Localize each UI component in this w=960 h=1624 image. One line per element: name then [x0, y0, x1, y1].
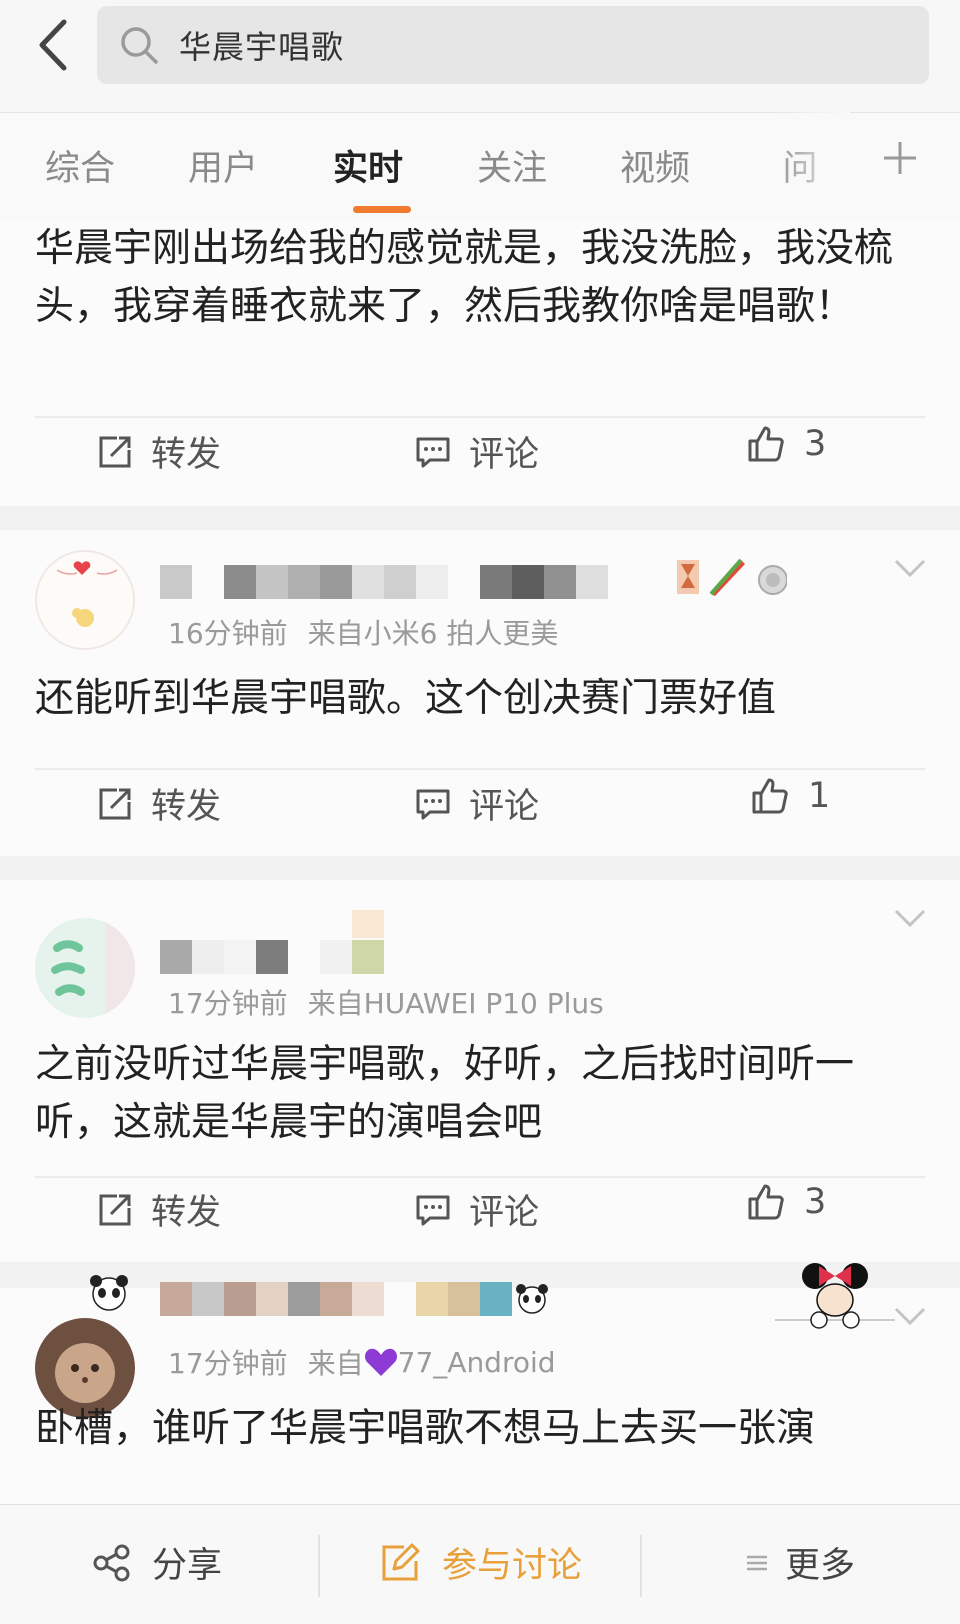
comment-icon	[416, 437, 450, 467]
post-source-prefix: 来自	[307, 1347, 364, 1380]
post-card[interactable]: 17分钟前 来自HUAWEI P10 Plus 之前没听过华晨宇唱歌，好听，之后找…	[0, 880, 960, 1262]
post-meta: 17分钟前 来自 77_Android	[168, 1342, 556, 1382]
username-blurred[interactable]	[160, 1282, 512, 1316]
username-blurred[interactable]	[160, 565, 608, 599]
comment-label: 评论	[469, 1193, 540, 1233]
post-source: 来自小米6 拍人更美	[307, 617, 559, 650]
edit-icon	[382, 1543, 420, 1580]
post-time: 17分钟前	[168, 987, 288, 1020]
menu-icon	[747, 1555, 767, 1570]
comment-icon	[416, 789, 450, 819]
separator	[318, 1535, 320, 1597]
post-text: 华晨宇刚出场给我的感觉就是，我没洗脸，我没梳头，我穿着睡衣就来了，然后我教你啥是…	[35, 226, 894, 329]
blur-patch	[352, 910, 384, 938]
tab-video[interactable]: 视频	[600, 140, 710, 191]
tab-fade	[770, 112, 850, 212]
post-options-button[interactable]	[893, 558, 927, 582]
repost-button[interactable]: 转发	[97, 1184, 221, 1235]
avatar[interactable]	[35, 550, 135, 650]
comment-icon	[416, 1195, 450, 1225]
discuss-button[interactable]: 参与讨论	[380, 1537, 582, 1588]
comment-label: 评论	[469, 435, 540, 475]
plus-icon	[884, 142, 916, 174]
post-source: 来自HUAWEI P10 Plus	[307, 987, 604, 1020]
post-meta: 16分钟前 来自小米6 拍人更美	[168, 612, 558, 652]
active-tab-indicator	[353, 206, 411, 213]
tab-users[interactable]: 用户	[168, 140, 278, 191]
search-header: 华晨宇唱歌	[0, 0, 960, 112]
minnie-mouse-decoration	[775, 1254, 895, 1338]
repost-label: 转发	[151, 787, 222, 827]
post-text: 卧槽，谁听了华晨宇唱歌不想马上去买一张演	[35, 1406, 816, 1451]
bottom-action-bar: 分享 参与讨论 更多	[0, 1504, 960, 1624]
more-button[interactable]: 更多	[745, 1537, 855, 1588]
thumbs-up-icon	[748, 426, 784, 462]
panda-icon	[512, 1280, 552, 1320]
comment-button[interactable]: 评论	[415, 1184, 539, 1235]
like-button[interactable]: 3	[746, 1182, 826, 1222]
tab-realtime[interactable]: 实时	[313, 140, 423, 191]
divider	[35, 416, 925, 418]
post-card[interactable]: 17分钟前 来自 77_Android 卧槽，谁听了华晨宇唱歌不想马上去买一张演	[0, 1263, 960, 1504]
like-button[interactable]: 1	[750, 776, 830, 816]
separator	[640, 1535, 642, 1597]
post-card[interactable]: 华晨宇刚出场给我的感觉就是，我没洗脸，我没梳头，我穿着睡衣就来了，然后我教你啥是…	[0, 220, 960, 506]
share-label: 分享	[152, 1546, 223, 1586]
post-options-button[interactable]	[893, 908, 927, 932]
chevron-down-icon	[894, 909, 926, 928]
post-text: 还能听到华晨宇唱歌。这个创决赛门票好值	[35, 676, 777, 721]
post-source-name: 77_Android	[397, 1345, 556, 1379]
divider	[35, 768, 925, 770]
like-button[interactable]: 3	[746, 424, 826, 464]
comment-label: 评论	[469, 787, 540, 827]
back-arrow-icon	[39, 19, 67, 71]
post-card[interactable]: 16分钟前 来自小米6 拍人更美 还能听到华晨宇唱歌。这个创决赛门票好值 转发 评…	[0, 530, 960, 856]
add-tab-button[interactable]	[880, 138, 920, 189]
tab-general[interactable]: 综合	[25, 140, 135, 191]
post-options-button[interactable]	[893, 1306, 927, 1330]
username-blurred[interactable]	[160, 940, 384, 974]
more-label: 更多	[785, 1546, 856, 1586]
badge-icons	[675, 556, 788, 604]
repost-label: 转发	[151, 435, 222, 475]
discuss-label: 参与讨论	[442, 1546, 583, 1586]
divider	[35, 1176, 925, 1178]
chevron-down-icon	[894, 559, 926, 578]
share-button[interactable]: 分享	[92, 1537, 222, 1588]
repost-button[interactable]: 转发	[97, 426, 221, 477]
repost-icon	[99, 1194, 131, 1225]
purple-heart-icon	[364, 1348, 397, 1376]
repost-icon	[99, 436, 131, 467]
search-icon	[119, 25, 159, 65]
like-count: 3	[804, 424, 827, 464]
repost-button[interactable]: 转发	[97, 778, 221, 829]
post-time: 16分钟前	[168, 617, 288, 650]
search-input[interactable]: 华晨宇唱歌	[97, 6, 929, 84]
repost-label: 转发	[151, 1193, 222, 1233]
post-text: 之前没听过华晨宇唱歌，好听，之后找时间听一听，这就是华晨宇的演唱会吧	[35, 1042, 855, 1145]
post-meta: 17分钟前 来自HUAWEI P10 Plus	[168, 982, 604, 1022]
thumbs-up-icon	[752, 778, 788, 814]
back-button[interactable]	[22, 10, 82, 80]
comment-button[interactable]: 评论	[415, 778, 539, 829]
like-count: 1	[808, 776, 831, 816]
share-icon	[93, 1544, 130, 1581]
panda-icon	[85, 1272, 133, 1316]
like-count: 3	[804, 1182, 827, 1222]
tab-follow[interactable]: 关注	[457, 140, 567, 191]
search-query: 华晨宇唱歌	[179, 28, 345, 66]
repost-icon	[99, 788, 131, 819]
post-time: 17分钟前	[168, 1347, 288, 1380]
comment-button[interactable]: 评论	[415, 426, 539, 477]
thumbs-up-icon	[748, 1184, 784, 1220]
avatar[interactable]	[35, 918, 135, 1018]
chevron-down-icon	[894, 1307, 926, 1326]
